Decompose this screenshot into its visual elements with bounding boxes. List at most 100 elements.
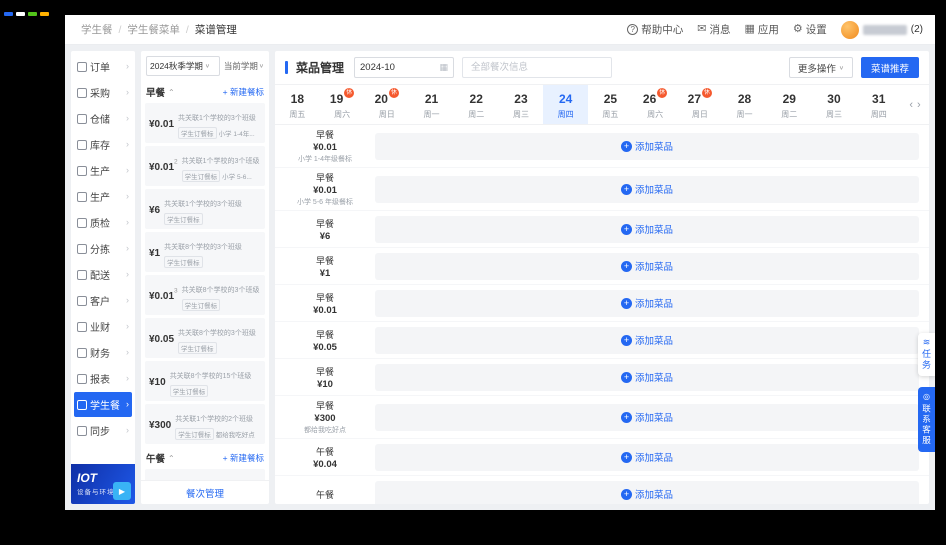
- topbar: 学生餐学生餐菜单菜谱管理 ? 帮助中心 ✉ 消息 ▦ 应用 ⚙ 设置 (2): [65, 15, 935, 45]
- breadcrumb-item[interactable]: 学生餐: [81, 22, 113, 37]
- meal-row-price: ¥0.01: [313, 185, 337, 196]
- breadcrumb-item[interactable]: 菜谱管理: [180, 22, 237, 37]
- more-actions-button[interactable]: 更多操作 ∨: [788, 57, 853, 78]
- calendar-day[interactable]: 24 周四: [543, 85, 589, 124]
- nav-item[interactable]: 库存 ›: [74, 132, 132, 157]
- meal-standard-extra: 小学 5-6...: [222, 174, 252, 181]
- recipe-recommend-button[interactable]: 菜谱推荐: [860, 57, 919, 78]
- breadcrumb-item[interactable]: 学生餐菜单: [113, 22, 180, 37]
- add-dish-button[interactable]: + 添加菜品: [620, 370, 673, 384]
- meal-standard-card[interactable]: ¥0.012 共关联1个学校的3个班级 学生订餐标 小学 5-6...: [145, 146, 265, 186]
- contact-service-label: 联系客服: [921, 404, 932, 446]
- nav-item[interactable]: 采购 ›: [74, 80, 132, 105]
- nav-item[interactable]: 分拣 ›: [74, 236, 132, 261]
- semester-select[interactable]: 2024秋季学期 ∨: [146, 56, 220, 76]
- help-center-link[interactable]: ? 帮助中心: [627, 22, 683, 37]
- calendar-day[interactable]: 22 周二: [454, 85, 499, 124]
- add-dish-button[interactable]: + 添加菜品: [620, 182, 673, 196]
- meal-standard-card[interactable]: ¥0.04 共关联2个学校的12个班级 学生订餐标: [145, 469, 265, 480]
- meal-standard-card[interactable]: ¥300 共关联1个学校的2个班级 学生订餐标 都给我吃好点: [145, 404, 265, 444]
- contact-service-button[interactable]: ◎ 联系客服: [918, 387, 935, 452]
- meal-standard-card[interactable]: ¥0.05 共关联8个学校的3个班级 学生订餐标: [145, 318, 265, 358]
- add-dish-button[interactable]: + 添加菜品: [620, 259, 673, 273]
- calendar-day[interactable]: 25 周五: [588, 85, 633, 124]
- calendar-day[interactable]: 18 周五: [275, 85, 320, 124]
- inventory-icon: [77, 139, 87, 150]
- nav-item[interactable]: 报表 ›: [74, 366, 132, 391]
- task-widget[interactable]: ≋ 任务: [918, 333, 935, 376]
- calendar-day-date: 24: [558, 92, 573, 106]
- meal-row: 午餐 + 添加菜品: [275, 476, 929, 504]
- calendar-day-date: 30: [827, 92, 841, 106]
- settings-link[interactable]: ⚙ 设置: [793, 22, 827, 37]
- chevron-right-icon: ›: [126, 373, 129, 383]
- nav-item[interactable]: 质检 ›: [74, 210, 132, 235]
- add-dish-button[interactable]: + 添加菜品: [620, 139, 673, 153]
- calendar-day[interactable]: 30 周三: [812, 85, 857, 124]
- calendar-prev-icon[interactable]: ‹: [909, 99, 913, 111]
- meal-standard-info: 共关联1个学校的3个班级 学生订餐标 小学 1-4年...: [178, 107, 261, 139]
- calendar-next-icon[interactable]: ›: [917, 99, 921, 111]
- nav-item[interactable]: 财务 ›: [74, 340, 132, 365]
- messages-link[interactable]: ✉ 消息: [697, 22, 730, 37]
- nav-item[interactable]: 订单 ›: [74, 54, 132, 79]
- meal-standard-price: ¥0.01: [149, 119, 175, 130]
- meal-standard-tags: 学生订餐标: [181, 299, 261, 311]
- nav-item-label: 同步: [90, 427, 110, 438]
- meal-standard-price: ¥0.013: [149, 287, 178, 302]
- calendar-day[interactable]: 20 休 周日: [364, 85, 409, 124]
- new-meal-standard-link[interactable]: + 新建餐标: [223, 452, 264, 464]
- nav-item[interactable]: 业财 ›: [74, 314, 132, 339]
- calendar-day[interactable]: 26 休 周六: [633, 85, 678, 124]
- meal-times-manage-link[interactable]: 餐次管理: [141, 480, 269, 504]
- dish-management-header: 菜品管理 2024-10 ▦ 更多操作 ∨ 菜谱推荐: [275, 51, 929, 85]
- meal-filter-input[interactable]: [469, 61, 606, 74]
- calendar-day[interactable]: 27 休 周日: [677, 85, 722, 124]
- calendar-day-week: 周六: [334, 110, 351, 119]
- meal-row: 早餐 ¥10 + 添加菜品: [275, 359, 929, 396]
- calendar-day[interactable]: 29 周二: [767, 85, 812, 124]
- add-dish-button[interactable]: + 添加菜品: [620, 222, 673, 236]
- meal-standard-card[interactable]: ¥0.013 共关联8个学校的3个班级 学生订餐标: [145, 275, 265, 315]
- apps-link[interactable]: ▦ 应用: [744, 22, 778, 37]
- nav-item[interactable]: 配送 ›: [74, 262, 132, 287]
- meal-standard-card[interactable]: ¥6 共关联1个学校的3个班级 学生订餐标: [145, 189, 265, 229]
- user-menu[interactable]: (2): [840, 20, 923, 39]
- calendar-day[interactable]: 19 休 周六: [320, 85, 365, 124]
- calendar-day[interactable]: 28 周一: [722, 85, 767, 124]
- month-picker[interactable]: 2024-10 ▦: [354, 57, 455, 78]
- meal-row-type: 早餐: [315, 329, 334, 340]
- collapse-icon[interactable]: ⌃: [168, 454, 175, 463]
- nav-item[interactable]: 同步 ›: [74, 418, 132, 443]
- meal-standard-card[interactable]: ¥10 共关联8个学校的15个班级 学生订餐标: [145, 361, 265, 401]
- nav-item[interactable]: 学生餐 ›: [74, 392, 132, 417]
- meal-row-label: 午餐: [275, 485, 375, 504]
- iot-logo-icon: ▶: [113, 482, 131, 500]
- calendar-day-date: 31: [872, 92, 886, 106]
- meal-standard-desc: 共关联8个学校的3个班级: [164, 244, 242, 251]
- nav-item[interactable]: 仓储 ›: [74, 106, 132, 131]
- add-dish-button[interactable]: + 添加菜品: [620, 296, 673, 310]
- add-dish-button[interactable]: + 添加菜品: [620, 487, 673, 501]
- calendar-day[interactable]: 23 周三: [499, 85, 544, 124]
- nav-item[interactable]: 客户 ›: [74, 288, 132, 313]
- chevron-right-icon: ›: [126, 295, 129, 305]
- meal-group-name: 早餐: [146, 88, 166, 99]
- calendar-day[interactable]: 21 周一: [409, 85, 454, 124]
- production-icon-2: [77, 191, 87, 202]
- nav-item[interactable]: 生产 ›: [74, 184, 132, 209]
- add-dish-button[interactable]: + 添加菜品: [620, 450, 673, 464]
- chevron-right-icon: ›: [126, 321, 129, 331]
- meal-standard-card[interactable]: ¥1 共关联8个学校的3个班级 学生订餐标: [145, 232, 265, 272]
- collapse-icon[interactable]: ⌃: [168, 88, 175, 97]
- add-dish-button[interactable]: + 添加菜品: [620, 333, 673, 347]
- meal-standard-card[interactable]: ¥0.01 共关联1个学校的3个班级 学生订餐标 小学 1-4年...: [145, 103, 265, 143]
- nav-item[interactable]: 生产 ›: [74, 158, 132, 183]
- semester-filter[interactable]: 当前学期 ∨: [224, 60, 264, 72]
- meal-row-type: 早餐: [315, 218, 334, 229]
- add-dish-button[interactable]: + 添加菜品: [620, 410, 673, 424]
- new-meal-standard-link[interactable]: + 新建餐标: [223, 86, 264, 98]
- chevron-right-icon: ›: [126, 87, 129, 97]
- calendar-day[interactable]: 31 周四: [856, 85, 901, 124]
- nav-item-label: 分拣: [90, 245, 110, 256]
